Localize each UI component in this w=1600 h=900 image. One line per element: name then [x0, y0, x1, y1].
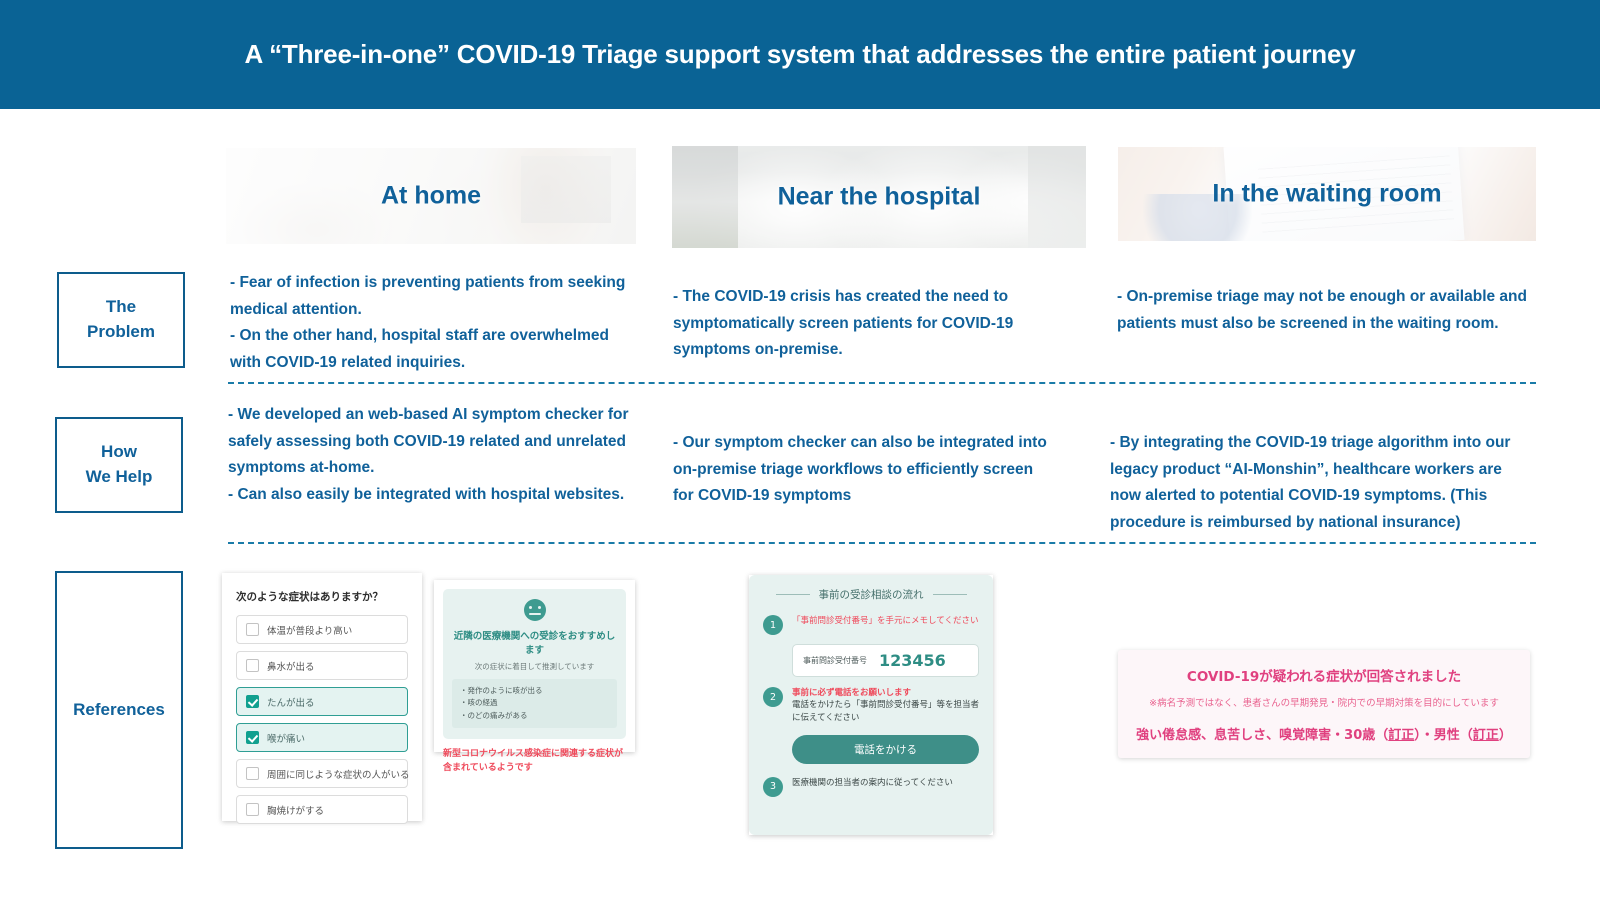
row-label-problem-line1: The: [105, 297, 137, 317]
flow-step-2: 2 事前に必ず電話をお願いします 電話をかけたら「事前問診受付番号」等を担当者に…: [763, 687, 979, 725]
recommendation-subheading: 次の症状に着目して推測しています: [474, 662, 595, 671]
symptom-option-label: 鼻水が出る: [267, 661, 315, 673]
recommendation-warning: 新型コロナウイルス感染症に関連する症状が含まれているようです: [443, 749, 624, 773]
checkbox-checked-icon[interactable]: [246, 695, 259, 708]
alert-summary-part-c: ）: [1498, 728, 1512, 743]
symptom-option-row[interactable]: たんが出る: [236, 687, 408, 716]
call-button[interactable]: 電話をかける: [792, 734, 979, 764]
alert-note: ※病名予測ではなく、患者さんの早期発見・院内での早期対策を目的にしています: [1149, 698, 1499, 709]
symptom-option-row[interactable]: 周囲に同じような症状の人がいる: [236, 759, 410, 788]
checkbox-icon[interactable]: [246, 803, 259, 816]
step-number-badge: 1: [763, 615, 783, 635]
list-item: ・のどの痛みがある: [460, 710, 528, 720]
help-text-waiting-room: - By integrating the COVID-19 triage alg…: [1110, 434, 1511, 531]
help-text-near-hospital: - Our symptom checker can also be integr…: [673, 434, 1047, 505]
symptom-option-row[interactable]: 体温が普段より高い: [236, 615, 408, 644]
alert-headline: COVID-19が疑われる症状が回答されました: [1186, 669, 1462, 685]
problem-text-near-hospital: - The COVID-19 crisis has created the ne…: [673, 288, 1014, 359]
symptom-question: 次のような症状はありますか？: [236, 591, 383, 603]
banner-title-waiting-room: In the waiting room: [1212, 179, 1442, 208]
checkbox-icon[interactable]: [246, 767, 259, 780]
row-label-problem: The Problem: [57, 272, 185, 368]
checkbox-checked-icon[interactable]: [246, 731, 259, 744]
banner-title-at-home: At home: [381, 181, 481, 210]
checkbox-icon[interactable]: [246, 623, 259, 636]
list-item: ・発作のように咳が出る: [460, 686, 543, 695]
alert-summary-part-b: ）・男性（: [1414, 728, 1473, 743]
banner-title-near-hospital: Near the hospital: [777, 182, 981, 211]
help-text-at-home: - We developed an web-based AI symptom c…: [228, 406, 629, 503]
flow-step-1: 1 「事前問診受付番号」を手元にメモしてください: [763, 615, 979, 635]
page-header: A “Three-in-one” COVID-19 Triage support…: [0, 0, 1600, 109]
flow-header: 事前の受診相談の流れ: [763, 587, 979, 602]
step-number-badge: 3: [763, 776, 783, 797]
banner-waiting-room: In the waiting room: [1118, 147, 1536, 241]
symptom-option-row[interactable]: 喉が痛い: [236, 723, 408, 752]
flow-title: 事前の受診相談の流れ: [818, 589, 924, 601]
neutral-face-icon: [523, 599, 546, 621]
page-title: A “Three-in-one” COVID-19 Triage support…: [244, 39, 1356, 69]
step-2-headline: 事前に必ず電話をお願いします: [792, 688, 912, 698]
banner-near-hospital: Near the hospital: [672, 146, 1086, 248]
reception-number-value: 123456: [879, 651, 946, 670]
row-label-help-line1: How: [101, 442, 137, 462]
symptom-option-row[interactable]: 鼻水が出る: [236, 651, 408, 680]
divider-2: [228, 542, 1536, 544]
symptom-option-label: 周囲に同じような症状の人がいる: [267, 769, 410, 781]
problem-text-at-home: - Fear of infection is preventing patien…: [230, 274, 626, 371]
problem-text-waiting-room: - On-premise triage may not be enough or…: [1117, 288, 1527, 332]
slide-page: A “Three-in-one” COVID-19 Triage support…: [0, 0, 1600, 900]
flow-step-3: 3 医療機関の担当者の案内に従ってください: [763, 776, 979, 797]
symptom-option-row[interactable]: 胸焼けがする: [236, 795, 408, 824]
divider-line: [932, 594, 967, 595]
alert-summary: 強い倦怠感、息苦しさ、嗅覚障害・30歳（訂正）・男性（訂正）: [1136, 724, 1512, 743]
symptom-option-label: 体温が普段より高い: [267, 625, 353, 637]
mockup-covid-alert[interactable]: COVID-19が疑われる症状が回答されました ※病名予測ではなく、患者さんの早…: [1118, 650, 1530, 758]
symptom-option-label: 喉が痛い: [267, 733, 306, 745]
checkbox-icon[interactable]: [246, 659, 259, 672]
divider-1: [228, 382, 1536, 384]
mockup-recommendation[interactable]: 近隣の医療機関への受診をおすすめします 次の症状に着目して推測しています ・発作…: [434, 580, 635, 773]
mockup-consultation-flow[interactable]: 事前の受診相談の流れ 1 「事前問診受付番号」を手元にメモしてください 事前問診…: [749, 575, 993, 835]
step-number-badge: 2: [763, 687, 783, 707]
reception-number-field[interactable]: 事前問診受付番号 123456: [792, 644, 979, 677]
alert-edit-link-sex[interactable]: 訂正: [1473, 728, 1499, 743]
banner-at-home: At home: [226, 148, 636, 244]
divider-line: [775, 594, 810, 595]
row-label-references-text: References: [73, 699, 165, 719]
symptom-option-label: 胸焼けがする: [267, 805, 325, 817]
row-label-help-line2: We Help: [85, 467, 153, 486]
step-3-text: 医療機関の担当者の案内に従ってください: [792, 777, 953, 788]
recommendation-symptom-list: ・発作のように咳が出る ・咳の経過 ・のどの痛みがある: [452, 679, 617, 729]
step-2-text: 電話をかけたら「事前問診受付番号」等を担当者に伝えてください: [792, 700, 980, 724]
list-item: ・咳の経過: [460, 698, 498, 708]
alert-edit-link-age[interactable]: 訂正: [1388, 728, 1414, 743]
row-label-how-we-help: How We Help: [55, 417, 183, 513]
recommendation-heading: 近隣の医療機関への受診をおすすめします: [453, 631, 616, 656]
row-label-references: References: [55, 571, 183, 849]
flow-panel: 事前の受診相談の流れ 1 「事前問診受付番号」を手元にメモしてください 事前問診…: [749, 575, 993, 835]
mockup-symptom-checker[interactable]: 次のような症状はありますか？ 体温が普段より高い 鼻水が出る たんが出る 喉が痛…: [222, 573, 422, 824]
row-label-problem-line2: Problem: [86, 322, 156, 341]
symptom-option-label: たんが出る: [267, 697, 315, 709]
recommendation-card: 近隣の医療機関への受診をおすすめします 次の症状に着目して推測しています ・発作…: [443, 589, 626, 740]
step-1-text: 「事前問診受付番号」を手元にメモしてください: [792, 616, 979, 626]
reception-number-label: 事前問診受付番号: [803, 656, 867, 665]
alert-summary-part-a: 強い倦怠感、息苦しさ、嗅覚障害・30歳（: [1136, 728, 1389, 743]
